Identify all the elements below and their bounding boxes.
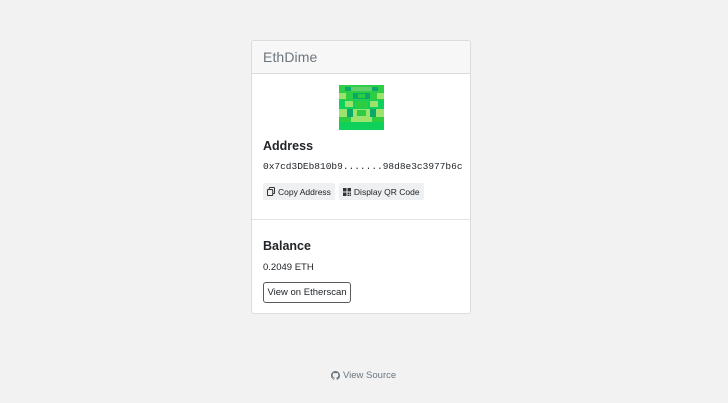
copy-icon (267, 187, 275, 196)
balance-value: 0.2049 ETH (263, 262, 314, 273)
qr-code-icon (342, 187, 351, 196)
address-section: Address 0x7cd3DEb810b9.......98d8e3c3977… (252, 74, 470, 220)
address-heading: Address (263, 139, 314, 153)
copy-address-label: Copy Address (278, 186, 331, 197)
display-qr-code-button[interactable]: Display QR Code (338, 183, 424, 200)
identicon-avatar (339, 85, 384, 130)
address-value: 0x7cd3DEb810b9.......98d8e3c3977b6c (263, 161, 463, 172)
balance-section: Balance 0.2049 ETH View on Etherscan (252, 220, 470, 313)
balance-heading: Balance (263, 239, 311, 253)
identicon-graphic (339, 85, 384, 130)
github-icon (331, 371, 340, 380)
view-on-etherscan-button[interactable]: View on Etherscan (263, 282, 351, 303)
view-source-label: View Source (343, 370, 397, 381)
wallet-card: EthDime Address 0x7cd3DEb810b9.......98d… (251, 40, 471, 314)
app-title: EthDime (263, 49, 318, 65)
card-header: EthDime (252, 41, 470, 74)
address-actions: Copy Address Display QR Code (263, 183, 424, 200)
view-source-link[interactable]: View Source (331, 370, 396, 381)
display-qr-code-label: Display QR Code (353, 186, 420, 197)
copy-address-button[interactable]: Copy Address (263, 183, 335, 200)
